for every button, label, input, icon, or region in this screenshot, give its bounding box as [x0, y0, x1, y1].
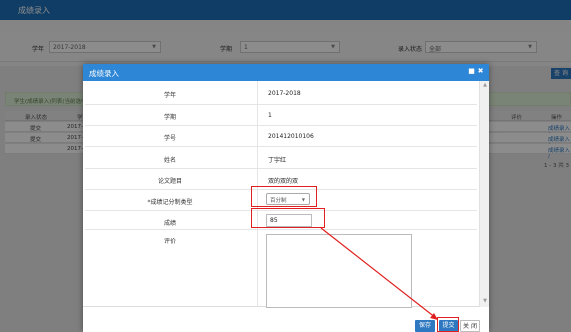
field-row-grade-type: *成绩记分制类型 百分制 ▼	[85, 190, 477, 211]
grade-type-value: 百分制	[270, 198, 287, 204]
divider	[257, 81, 258, 104]
dialog-body: 学年 2017-2018 学期 1 学号 201412010106 姓名 丁宇红…	[83, 81, 489, 308]
score-input[interactable]: 85	[266, 214, 312, 227]
scroll-down-icon[interactable]: ▼	[482, 298, 488, 304]
divider	[257, 169, 258, 189]
scroll-up-icon[interactable]: ▲	[482, 82, 488, 88]
field-value: 丁宇红	[268, 157, 287, 164]
grade-entry-dialog: 成绩录入 ■ ✖ 学年 2017-2018 学期 1 学号 2014120101…	[83, 64, 489, 332]
comment-textarea[interactable]	[266, 234, 412, 308]
field-row-student-id: 学号 201412010106	[85, 126, 477, 147]
field-label: 成绩	[163, 220, 176, 227]
maximize-icon[interactable]: ■	[468, 68, 475, 75]
divider	[257, 211, 258, 229]
divider	[257, 126, 258, 146]
chevron-down-icon: ▼	[301, 197, 305, 202]
close-button[interactable]: 关 闭	[460, 320, 480, 332]
grade-type-select[interactable]: 百分制 ▼	[266, 193, 310, 205]
dialog-header: 成绩录入 ■ ✖	[83, 64, 489, 81]
score-value: 85	[270, 217, 278, 224]
field-row-score: 成绩 85	[85, 211, 477, 230]
field-value: 双的双的双	[268, 178, 299, 185]
field-row-comment: 评价	[85, 230, 477, 308]
field-value: 2017-2018	[268, 90, 301, 97]
field-label: 评价	[163, 238, 176, 245]
divider	[257, 230, 258, 307]
field-value: 201412010106	[268, 133, 314, 140]
save-button[interactable]: 保存	[415, 320, 435, 332]
field-row-name: 姓名 丁宇红	[85, 147, 477, 169]
field-label: 学年	[163, 92, 176, 99]
submit-button[interactable]: 提交	[439, 320, 458, 332]
field-label: 学号	[163, 135, 176, 142]
field-row-year: 学年 2017-2018	[85, 81, 477, 105]
field-value: 1	[268, 112, 272, 119]
dialog-scrollbar[interactable]: ▲ ▼	[479, 81, 489, 307]
field-label: 姓名	[163, 157, 176, 164]
field-label: 学期	[163, 114, 176, 121]
divider	[257, 190, 258, 210]
dialog-title: 成绩录入	[89, 69, 119, 78]
field-label: *成绩记分制类型	[147, 199, 193, 206]
field-row-thesis: 论文题目 双的双的双	[85, 169, 477, 190]
field-row-term: 学期 1	[85, 105, 477, 126]
divider	[257, 147, 258, 168]
field-label: 论文题目	[157, 178, 182, 185]
divider	[257, 105, 258, 125]
close-icon[interactable]: ✖	[477, 68, 484, 75]
